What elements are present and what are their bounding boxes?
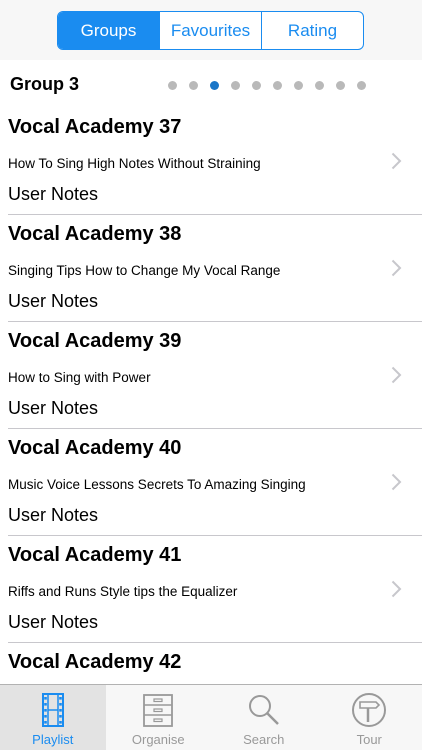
playlist-list: Vocal Academy 37 How To Sing High Notes W… [0, 108, 422, 750]
page-dot[interactable] [336, 81, 345, 90]
tab-bar: Playlist Organise Search Tour [0, 684, 422, 750]
signpost-icon [352, 693, 387, 727]
magnifier-icon [248, 695, 279, 725]
tab-playlist-label: Playlist [32, 732, 74, 747]
item-title: Vocal Academy 38 [8, 223, 182, 245]
chevron-right-icon [391, 580, 402, 598]
item-user-notes: User Notes [8, 505, 99, 525]
top-bar: Groups Favourites Rating [0, 0, 422, 60]
page-dot[interactable] [294, 81, 303, 90]
segmented-control: Groups Favourites Rating [57, 11, 364, 50]
item-subtitle: Music Voice Lessons Secrets To Amazing S… [8, 477, 306, 492]
item-title: Vocal Academy 40 [8, 437, 182, 459]
list-item[interactable]: Vocal Academy 38 Singing Tips How to Chan… [0, 215, 422, 322]
item-title: Vocal Academy 42 [8, 651, 182, 673]
tab-search[interactable]: Search [211, 685, 317, 750]
page-dot[interactable] [273, 81, 282, 90]
tab-playlist[interactable]: Playlist [0, 685, 106, 750]
tab-search-label: Search [243, 732, 285, 747]
chevron-right-icon [391, 473, 402, 491]
page-dot[interactable] [357, 81, 366, 90]
list-item[interactable]: Vocal Academy 40 Music Voice Lessons Secr… [0, 429, 422, 536]
tab-tour[interactable]: Tour [317, 685, 422, 750]
segment-favourites[interactable]: Favourites [159, 12, 261, 49]
chevron-right-icon [391, 259, 402, 277]
item-subtitle: Riffs and Runs Style tips the Equalizer [8, 584, 238, 599]
page-dot[interactable] [252, 81, 261, 90]
group-title: Group 3 [10, 74, 80, 94]
page-dot[interactable] [315, 81, 324, 90]
item-user-notes: User Notes [8, 291, 99, 311]
film-strip-icon [41, 693, 64, 727]
item-title: Vocal Academy 41 [8, 544, 182, 566]
item-user-notes: User Notes [8, 398, 99, 418]
page-dot[interactable] [168, 81, 177, 90]
page-dot-active[interactable] [210, 81, 219, 90]
chevron-right-icon [391, 366, 402, 384]
item-title: Vocal Academy 39 [8, 330, 182, 352]
tab-organise[interactable]: Organise [106, 685, 212, 750]
chevron-right-icon [391, 152, 402, 170]
list-item[interactable]: Vocal Academy 41 Riffs and Runs Style tip… [0, 536, 422, 643]
page-dot[interactable] [189, 81, 198, 90]
item-title: Vocal Academy 37 [8, 116, 182, 138]
list-item[interactable]: Vocal Academy 37 How To Sing High Notes W… [0, 108, 422, 215]
item-subtitle: Singing Tips How to Change My Vocal Rang… [8, 263, 281, 278]
tab-tour-label: Tour [356, 732, 382, 747]
item-subtitle: How to Sing with Power [8, 370, 151, 385]
cabinet-icon [143, 694, 174, 727]
page-indicator[interactable] [168, 81, 366, 90]
item-user-notes: User Notes [8, 184, 99, 204]
page-dot[interactable] [231, 81, 240, 90]
segment-groups[interactable]: Groups [58, 12, 159, 49]
item-user-notes: User Notes [8, 612, 99, 632]
segment-rating[interactable]: Rating [261, 12, 363, 49]
tab-organise-label: Organise [131, 732, 185, 747]
item-subtitle: How To Sing High Notes Without Straining [8, 156, 261, 171]
list-item[interactable]: Vocal Academy 39 How to Sing with Power Us… [0, 322, 422, 429]
